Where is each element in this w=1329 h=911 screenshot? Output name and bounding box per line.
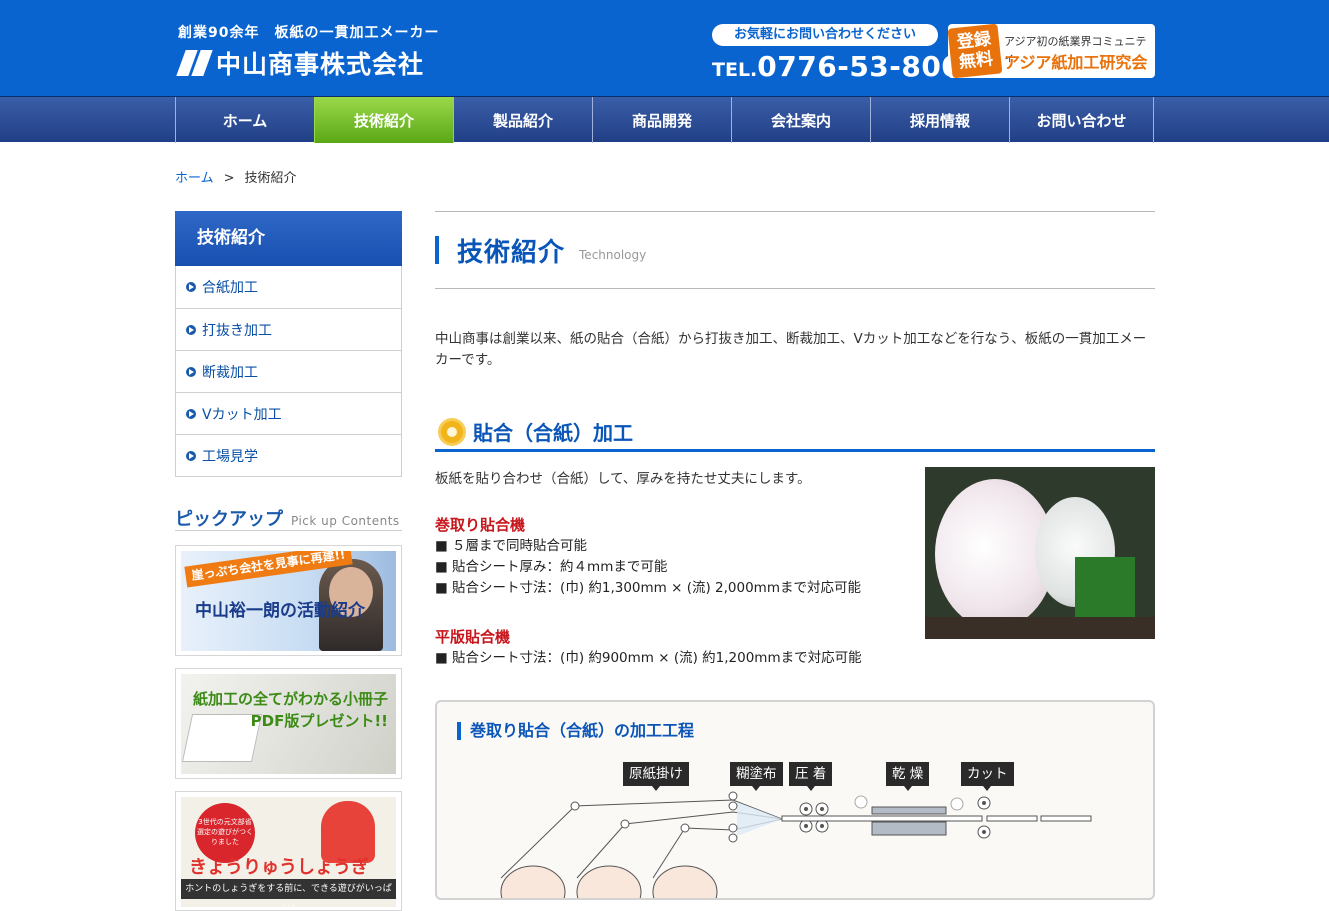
- page-title-jp: 技術紹介: [457, 237, 566, 268]
- spec-line: ■ 貼合シート寸法：(巾) 約1,300mm × (流) 2,000mmまで対応…: [435, 580, 861, 596]
- process-diagram: 巻取り貼合（合紙）の加工工程 原紙掛け 糊塗布 圧 着 乾 燥 カット: [435, 700, 1155, 900]
- pickup-card-dino-shogi[interactable]: 3世代の元文部省選定の遊びがつくりました きょうりゅうしょうぎ ホントのしょうぎ…: [175, 791, 402, 911]
- dino-shogi-banner-image: 3世代の元文部省選定の遊びがつくりました きょうりゅうしょうぎ ホントのしょうぎ…: [181, 797, 396, 907]
- breadcrumb-separator: >: [223, 171, 235, 186]
- pickup-card-booklet[interactable]: 紙加工の全てがわかる小冊子PDF版プレゼント!!: [175, 668, 402, 779]
- phone-number[interactable]: TEL. 0776-53-8000: [712, 50, 981, 83]
- arrow-bullet-icon: [186, 408, 196, 419]
- page-title: 技術紹介 Technology: [435, 236, 647, 268]
- nav-item-recruit[interactable]: 採用情報: [870, 97, 1009, 143]
- nav-items: ホーム 技術紹介 製品紹介 商品開発 会社案内 採用情報 お問い合わせ: [175, 97, 1154, 143]
- global-nav: ホーム 技術紹介 製品紹介 商品開発 会社案内 採用情報 お問い合わせ: [0, 96, 1329, 143]
- sidebar-item-cutting[interactable]: 断裁加工: [176, 350, 401, 392]
- pickup-subtitle: Pick up Contents: [291, 514, 400, 528]
- company-tagline: 創業90余年 板紙の一貫加工メーカー: [178, 25, 440, 41]
- tel-prefix: TEL.: [712, 59, 758, 81]
- machine-specs-flat-laminator: ■ 貼合シート寸法：(巾) 約900mm × (流) 約1,200mmまで対応可…: [435, 648, 862, 669]
- activities-banner-image: 崖っぷち会社を見事に再建!! 中山裕一朗の活動紹介: [181, 551, 396, 651]
- spec-line: ■ 貼合シート寸法：(巾) 約900mm × (流) 約1,200mmまで対応可…: [435, 650, 862, 666]
- divider: [435, 211, 1155, 212]
- activities-title: 中山裕一朗の活動紹介: [195, 601, 365, 621]
- badge-line-2: 無料: [958, 49, 994, 73]
- machine-title-roll-laminator: 巻取り貼合機: [435, 516, 526, 534]
- free-registration-badge: 登録 無料: [947, 23, 1003, 79]
- asia-paper-research-banner[interactable]: 登録 無料 アジア初の紙業界コミュニティ アジア紙加工研究会: [947, 23, 1155, 79]
- booklet-banner-image: 紙加工の全てがわかる小冊子PDF版プレゼント!!: [181, 674, 396, 774]
- nav-item-technology[interactable]: 技術紹介: [314, 97, 453, 143]
- sidebar-menu: 合紙加工 打抜き加工 断裁加工 Vカット加工 工場見学: [175, 266, 402, 477]
- sidebar-item-label: 合紙加工: [202, 280, 258, 296]
- sidebar-item-label: 打抜き加工: [202, 322, 272, 339]
- sidebar-item-label: 断裁加工: [202, 364, 258, 381]
- company-logo[interactable]: 中山商事株式会社: [176, 45, 424, 81]
- booklet-text: 紙加工の全てがわかる小冊子PDF版プレゼント!!: [192, 690, 388, 730]
- dino-shogi-title: きょうりゅうしょうぎ: [189, 857, 369, 878]
- section-title: 貼合（合紙）加工: [473, 421, 633, 445]
- sidebar-item-factory-tour[interactable]: 工場見学: [176, 434, 401, 476]
- nav-item-development[interactable]: 商品開発: [592, 97, 731, 143]
- gear-icon: [441, 420, 463, 443]
- sidebar-heading: 技術紹介: [175, 211, 402, 266]
- nav-item-contact[interactable]: お問い合わせ: [1009, 97, 1154, 143]
- sidebar-item-v-cut[interactable]: Vカット加工: [176, 392, 401, 434]
- nav-item-home[interactable]: ホーム: [175, 97, 314, 143]
- spec-line: ■ ５層まで同時貼合可能: [435, 538, 588, 554]
- arrow-bullet-icon: [186, 450, 196, 461]
- contact-prompt: お気軽にお問い合わせください: [712, 24, 938, 46]
- machine-base: [925, 617, 1155, 639]
- arrow-bullet-icon: [186, 366, 196, 377]
- pickup-card-activities[interactable]: 崖っぷち会社を見事に再建!! 中山裕一朗の活動紹介: [175, 545, 402, 656]
- sidebar-item-laminating[interactable]: 合紙加工: [176, 266, 401, 308]
- pickup-title: ピックアップ: [175, 509, 283, 530]
- logo-mark-icon: [176, 50, 213, 76]
- sidebar-item-die-cutting[interactable]: 打抜き加工: [176, 308, 401, 350]
- arrow-bullet-icon: [186, 324, 196, 335]
- page-title-en: Technology: [579, 248, 647, 262]
- intro-text: 中山商事は創業以来、紙の貼合（合紙）から打抜き加工、断裁加工、Vカット加工などを…: [435, 331, 1147, 368]
- divider: [435, 288, 1155, 289]
- nav-item-company[interactable]: 会社案内: [731, 97, 870, 143]
- breadcrumb-home-link[interactable]: ホーム: [175, 171, 214, 186]
- sidebar-item-label: 工場見学: [202, 448, 258, 465]
- company-name: 中山商事株式会社: [216, 50, 425, 79]
- machine-title-flat-laminator: 平版貼合機: [435, 628, 511, 646]
- machine-specs-roll-laminator: ■ ５層まで同時貼合可能 ■ 貼合シート厚み：約４mmまで可能 ■ 貼合シート寸…: [435, 536, 861, 599]
- banner-title: アジア紙加工研究会: [1004, 53, 1148, 72]
- breadcrumb-current: 技術紹介: [244, 171, 297, 186]
- pickup-heading: ピックアップ Pick up Contents: [175, 505, 402, 531]
- section-heading-laminating: 貼合（合紙）加工: [435, 414, 1155, 452]
- spec-line: ■ 貼合シート厚み：約４mmまで可能: [435, 559, 668, 575]
- breadcrumb: ホーム > 技術紹介: [175, 167, 297, 186]
- sidebar-item-label: Vカット加工: [202, 406, 282, 423]
- dino-shogi-tagline: ホントのしょうぎをする前に、できる遊びがいっぱい!: [181, 879, 396, 907]
- section-description: 板紙を貼り合わせ（合紙）して、厚みを持たせ丈夫にします。: [435, 471, 811, 487]
- site-header: 創業90余年 板紙の一貫加工メーカー 中山商事株式会社 お気軽にお問い合わせくだ…: [0, 0, 1329, 96]
- process-flow-graphic: [500, 791, 1092, 898]
- arrow-bullet-icon: [186, 282, 196, 292]
- laminating-machine-photo: [925, 467, 1155, 639]
- nav-item-products[interactable]: 製品紹介: [453, 97, 592, 143]
